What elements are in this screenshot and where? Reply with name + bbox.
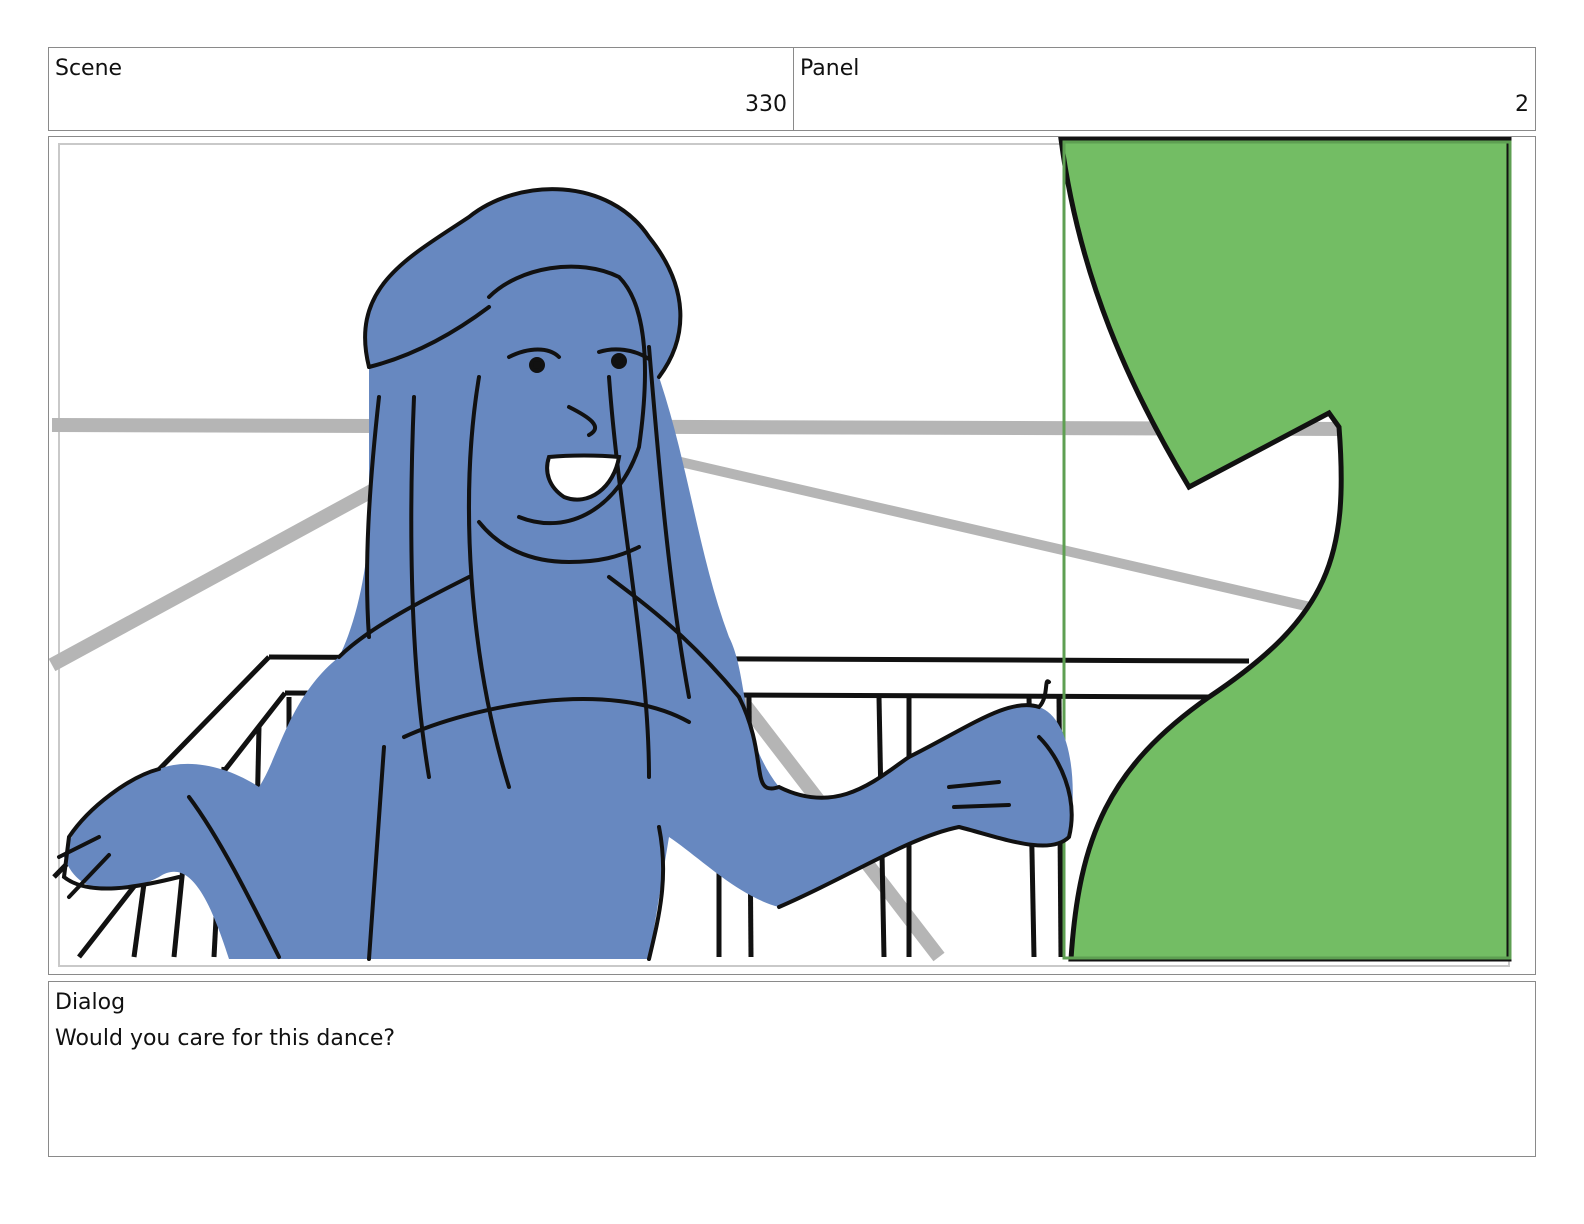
storyboard-header: Scene 330 Panel 2 bbox=[48, 47, 1536, 131]
dialog-label: Dialog bbox=[55, 990, 126, 1015]
dialog-text: Would you care for this dance? bbox=[55, 1026, 396, 1051]
ceiling-line bbox=[657, 452, 1321, 614]
scene-cell: Scene 330 bbox=[49, 48, 794, 130]
panel-cell: Panel 2 bbox=[794, 48, 1535, 130]
scene-number: 330 bbox=[745, 92, 787, 117]
scene-label: Scene bbox=[55, 56, 123, 81]
storyboard-frame bbox=[48, 136, 1536, 975]
dialog-box: Dialog Would you care for this dance? bbox=[48, 981, 1536, 1157]
panel-number: 2 bbox=[1515, 92, 1529, 117]
storyboard-sketch bbox=[49, 137, 1512, 967]
panel-label: Panel bbox=[800, 56, 860, 81]
left-wall-line bbox=[49, 480, 383, 672]
curtain bbox=[1058, 137, 1512, 962]
